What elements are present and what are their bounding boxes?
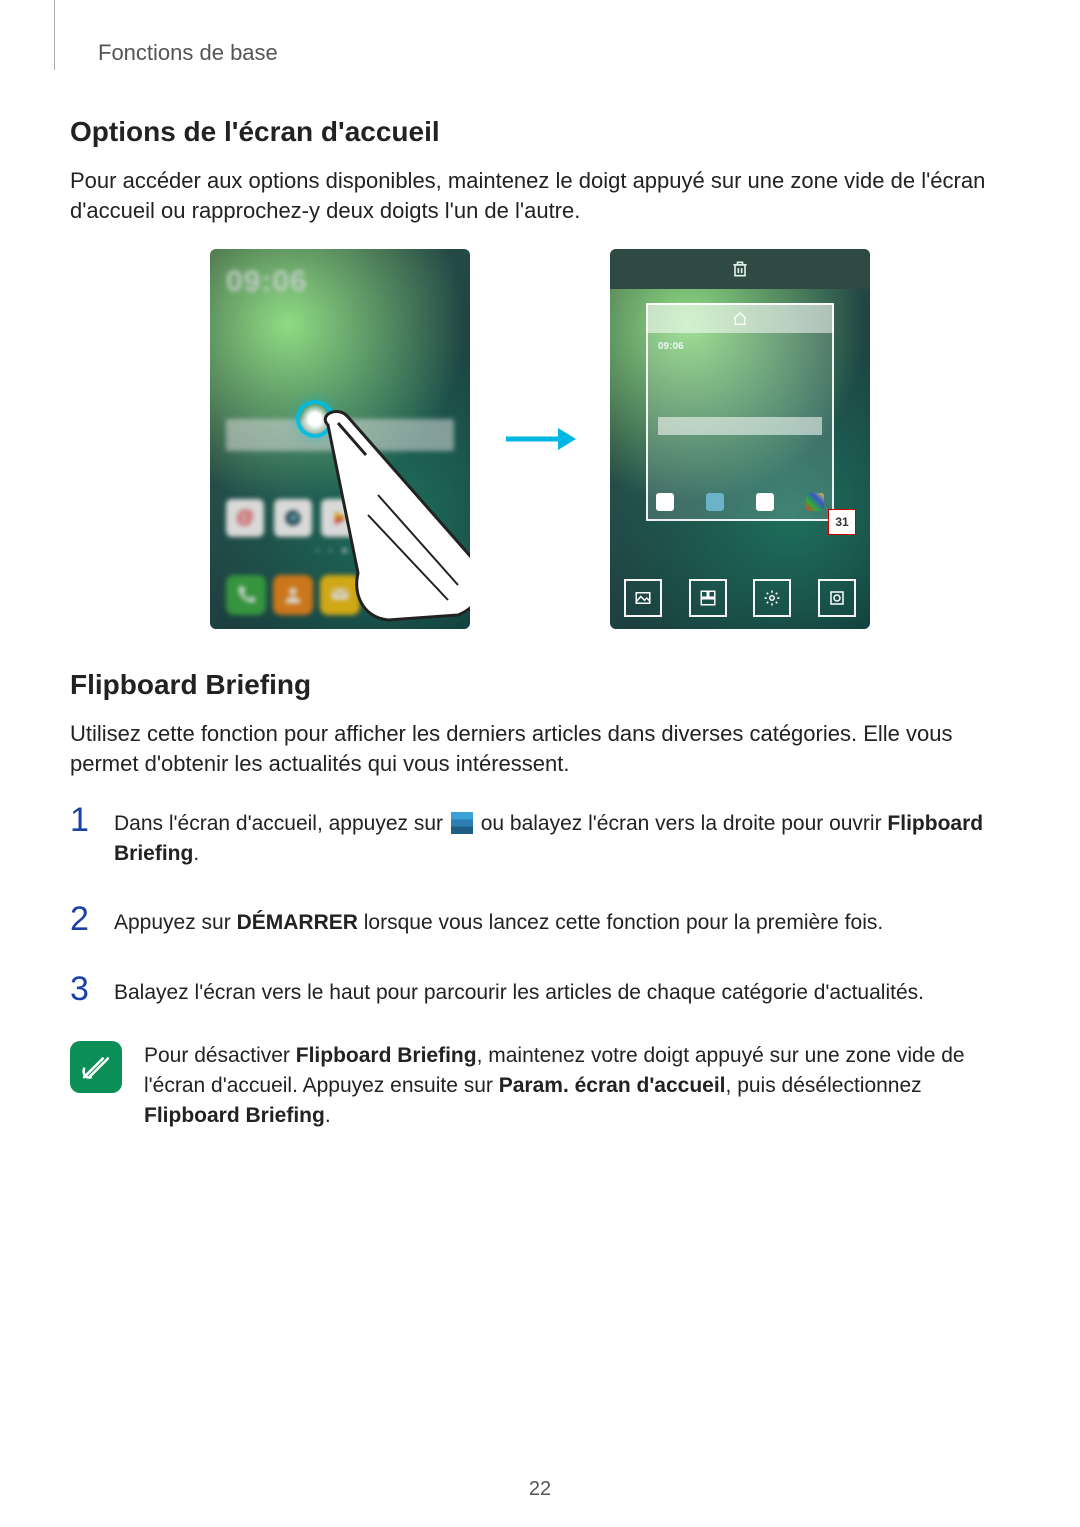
settings-icon bbox=[753, 579, 791, 617]
step-1: 1 Dans l'écran d'accueil, appuyez sur ou… bbox=[70, 803, 1010, 868]
dock-contacts-icon bbox=[273, 575, 313, 615]
step-number: 1 bbox=[70, 803, 96, 837]
home-indicator bbox=[646, 303, 834, 333]
app-icon-at: @ bbox=[226, 499, 264, 537]
app-icon-play bbox=[321, 499, 359, 537]
section-title-flipboard: Flipboard Briefing bbox=[70, 669, 1010, 701]
step-number: 2 bbox=[70, 902, 96, 936]
dock bbox=[226, 575, 454, 615]
delete-bar bbox=[610, 249, 870, 289]
step-2: 2 Appuyez sur DÉMARRER lorsque vous lanc… bbox=[70, 902, 1010, 937]
manual-page: Fonctions de base Options de l'écran d'a… bbox=[0, 0, 1080, 1527]
margin-rule bbox=[54, 0, 55, 70]
thumb-app-icon bbox=[806, 493, 824, 511]
section-body-options: Pour accéder aux options disponibles, ma… bbox=[70, 166, 1010, 227]
thumb-app-icon bbox=[756, 493, 774, 511]
home-icon bbox=[732, 311, 748, 327]
widgets-icon bbox=[689, 579, 727, 617]
thumbnail-body: 09:06 bbox=[646, 333, 834, 521]
app-icon-camera bbox=[274, 499, 312, 537]
clock-time: 09:06 bbox=[226, 265, 308, 299]
dock-browser-icon bbox=[367, 575, 407, 615]
wallpaper-icon bbox=[624, 579, 662, 617]
step-text: Appuyez sur DÉMARRER lorsque vous lancez… bbox=[114, 902, 883, 937]
thumb-clock: 09:06 bbox=[658, 341, 684, 352]
step-text: Balayez l'écran vers le haut pour parcou… bbox=[114, 972, 924, 1007]
step-text: Dans l'écran d'accueil, appuyez sur ou b… bbox=[114, 803, 1010, 868]
phone-before: 09:06 ​ @ • • ■ • bbox=[210, 249, 470, 629]
page-indicator-dots: • • ■ • bbox=[210, 546, 470, 555]
dock-phone-icon bbox=[226, 575, 266, 615]
section-body-flipboard: Utilisez cette fonction pour afficher le… bbox=[70, 719, 1010, 780]
trash-icon bbox=[730, 259, 750, 279]
dock-messages-icon bbox=[320, 575, 360, 615]
thumb-app-icon bbox=[656, 493, 674, 511]
note-box: Pour désactiver Flipboard Briefing, main… bbox=[70, 1041, 1010, 1130]
homescreen-thumbnail: 09:06 bbox=[646, 303, 834, 521]
calendar-badge: 31 bbox=[828, 509, 856, 535]
step-number: 3 bbox=[70, 972, 96, 1006]
touch-indicator-icon bbox=[300, 404, 330, 434]
arrow-right-icon bbox=[500, 424, 580, 454]
dock-apps-icon bbox=[414, 575, 454, 615]
page-number: 22 bbox=[0, 1478, 1080, 1501]
step-list: 1 Dans l'écran d'accueil, appuyez sur ou… bbox=[70, 803, 1010, 1007]
note-text: Pour désactiver Flipboard Briefing, main… bbox=[144, 1041, 1010, 1130]
breadcrumb: Fonctions de base bbox=[98, 40, 1010, 66]
step-3: 3 Balayez l'écran vers le haut pour parc… bbox=[70, 972, 1010, 1007]
thumb-search-bar bbox=[658, 417, 822, 435]
thumb-app-icon bbox=[706, 493, 724, 511]
thumb-icons bbox=[656, 493, 824, 511]
phone-after: 09:06 31 bbox=[610, 249, 870, 629]
note-icon bbox=[70, 1041, 122, 1093]
figure-row: 09:06 ​ @ • • ■ • bbox=[70, 249, 1010, 629]
app-row: @ bbox=[226, 499, 454, 537]
search-bar bbox=[226, 419, 454, 451]
flipboard-tile-icon bbox=[451, 812, 473, 834]
themes-icon bbox=[818, 579, 856, 617]
edit-options-bar bbox=[624, 579, 856, 617]
section-title-options: Options de l'écran d'accueil bbox=[70, 116, 1010, 148]
